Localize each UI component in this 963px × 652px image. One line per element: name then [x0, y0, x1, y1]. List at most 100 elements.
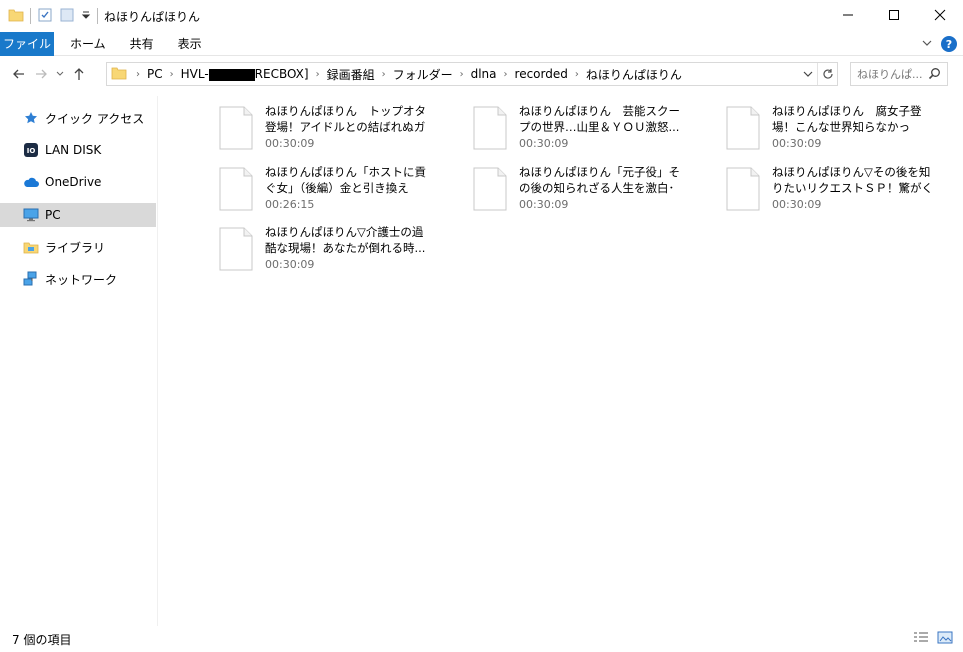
- sidebar-item-label: ネットワーク: [45, 272, 118, 287]
- sidebar-item-quick-access[interactable]: クイック アクセス: [0, 106, 156, 130]
- sidebar-item-label: LAN DISK: [45, 143, 102, 157]
- file-item[interactable]: ねほりんぱほりん▽その後を知りたいリクエストＳＰ！驚がくと... 00:30:0…: [726, 161, 956, 213]
- file-item[interactable]: ねほりんぱほりん▽介護士の過酷な現場！あなたが倒れる時... 00:30:09: [219, 221, 449, 273]
- folder-icon[interactable]: [8, 7, 24, 26]
- forward-button[interactable]: [30, 62, 52, 86]
- cloud-icon: [22, 173, 40, 191]
- up-arrow-icon: [74, 68, 84, 80]
- breadcrumb-pc[interactable]: PC: [143, 67, 167, 81]
- tab-share[interactable]: 共有: [118, 32, 166, 56]
- refresh-icon: [822, 69, 833, 79]
- chevron-right-icon[interactable]: ›: [133, 69, 143, 80]
- file-item[interactable]: ねほりんぱほりん 腐女子登場！こんな世界知らなかった...... 00:30:0…: [726, 100, 956, 152]
- maximize-button[interactable]: [871, 0, 917, 30]
- new-folder-icon[interactable]: [59, 7, 75, 26]
- navigation-pane: クイック アクセス IO LAN DISK OneDrive PC ライブラリ …: [0, 96, 158, 626]
- file-name: ねほりんぱほりん 芸能スクープの世界…山里＆ＹＯＵ激怒...: [519, 104, 680, 134]
- file-name: ねほりんぱほりん「元子役」その後の知られざる人生を激白･: [519, 165, 680, 195]
- breadcrumb-recbox-prefix: HVL-: [180, 67, 209, 81]
- file-item[interactable]: ねほりんぱほりん「ホストに貢ぐ女」（後編）金と引き換えの... 00:26:15: [219, 161, 449, 213]
- file-duration: 00:30:09: [265, 258, 315, 271]
- breadcrumb-dlna[interactable]: dlna: [467, 67, 501, 81]
- chevron-right-icon[interactable]: ›: [313, 69, 323, 80]
- customize-toolbar-chevron-icon[interactable]: [81, 9, 91, 23]
- tab-home[interactable]: ホーム: [58, 32, 118, 56]
- item-count: 7 個の項目: [12, 632, 72, 647]
- up-button[interactable]: [68, 62, 90, 86]
- file-text: ねほりんぱほりん 芸能スクープの世界…山里＆ＹＯＵ激怒... 00:30:09: [519, 100, 685, 152]
- file-item[interactable]: ねほりんぱほりん 芸能スクープの世界…山里＆ＹＯＵ激怒... 00:30:09: [473, 100, 703, 152]
- folder-icon: [111, 65, 127, 84]
- breadcrumb-recordings[interactable]: 録画番組: [323, 66, 379, 83]
- minimize-button[interactable]: [825, 0, 871, 30]
- file-text: ねほりんぱほりん トップオタ登場！アイドルとの結ばれぬガチ... 00:30:0…: [265, 100, 431, 152]
- address-dropdown-button[interactable]: [799, 63, 817, 85]
- network-icon: [22, 270, 40, 288]
- file-icon: [219, 167, 253, 211]
- back-button[interactable]: [8, 62, 30, 86]
- search-icon[interactable]: [928, 67, 941, 83]
- chevron-right-icon[interactable]: ›: [167, 69, 177, 80]
- close-icon: [934, 9, 946, 21]
- ribbon-tabs: ファイル ホーム 共有 表示 ?: [0, 31, 963, 56]
- file-icon: [726, 106, 760, 150]
- file-text: ねほりんぱほりん 腐女子登場！こんな世界知らなかった...... 00:30:0…: [772, 100, 938, 152]
- chevron-right-icon[interactable]: ›: [379, 69, 389, 80]
- sidebar-item-label: ライブラリ: [45, 240, 106, 255]
- sidebar-item-library[interactable]: ライブラリ: [0, 235, 156, 259]
- search-input[interactable]: [857, 67, 927, 81]
- file-text: ねほりんぱほりん「元子役」その後の知られざる人生を激白･ 00:30:09: [519, 161, 685, 213]
- minimize-icon: [843, 14, 853, 16]
- file-name: ねほりんぱほりん▽介護士の過酷な現場！あなたが倒れる時...: [265, 225, 426, 255]
- computer-icon: [22, 206, 40, 224]
- chevron-right-icon[interactable]: ›: [501, 69, 511, 80]
- chevron-right-icon[interactable]: ›: [457, 69, 467, 80]
- tab-view[interactable]: 表示: [166, 32, 214, 56]
- address-bar[interactable]: › PC › HVL- RECBOX] › 録画番組 › フォルダー › dlna…: [106, 62, 838, 86]
- back-arrow-icon: [13, 69, 24, 79]
- breadcrumb-recorded[interactable]: recorded: [511, 67, 572, 81]
- sidebar-item-network[interactable]: ネットワーク: [0, 267, 156, 291]
- file-item[interactable]: ねほりんぱほりん「元子役」その後の知られざる人生を激白･ 00:30:09: [473, 161, 703, 213]
- file-name: ねほりんぱほりん▽その後を知りたいリクエストＳＰ！驚がくと...: [772, 165, 933, 195]
- file-name: ねほりんぱほりん トップオタ登場！アイドルとの結ばれぬガチ...: [265, 104, 426, 134]
- properties-icon[interactable]: [37, 7, 53, 26]
- recent-locations-button[interactable]: [52, 62, 68, 86]
- sidebar-item-pc[interactable]: PC: [0, 203, 156, 227]
- help-icon[interactable]: ?: [941, 36, 957, 52]
- breadcrumb-folder[interactable]: フォルダー: [389, 66, 457, 83]
- file-list: ねほりんぱほりん トップオタ登場！アイドルとの結ばれぬガチ... 00:30:0…: [159, 96, 963, 626]
- chevron-down-icon: [803, 71, 813, 77]
- large-icons-view-icon[interactable]: [937, 631, 953, 648]
- file-text: ねほりんぱほりん「ホストに貢ぐ女」（後編）金と引き換えの... 00:26:15: [265, 161, 431, 213]
- chevron-right-icon[interactable]: ›: [572, 69, 582, 80]
- file-name: ねほりんぱほりん 腐女子登場！こんな世界知らなかった......: [772, 104, 922, 134]
- file-icon: [219, 106, 253, 150]
- file-icon: [219, 227, 253, 271]
- window-controls: [825, 0, 963, 30]
- details-view-icon[interactable]: [913, 631, 929, 648]
- ribbon-right-controls: ?: [921, 32, 957, 56]
- lan-disk-icon: IO: [22, 141, 40, 159]
- file-duration: 00:30:09: [519, 198, 569, 211]
- sidebar-item-onedrive[interactable]: OneDrive: [0, 170, 156, 194]
- refresh-button[interactable]: [817, 63, 837, 85]
- sidebar-item-label: PC: [45, 208, 61, 222]
- file-duration: 00:30:09: [772, 137, 822, 150]
- navigation-bar: › PC › HVL- RECBOX] › 録画番組 › フォルダー › dlna…: [0, 56, 963, 92]
- toolbar-separator: [97, 8, 98, 24]
- sidebar-item-lan-disk[interactable]: IO LAN DISK: [0, 138, 156, 162]
- chevron-down-icon: [56, 71, 64, 76]
- window-title: ねほりんぱほりん: [104, 9, 201, 24]
- star-icon: [22, 109, 40, 127]
- file-text: ねほりんぱほりん▽介護士の過酷な現場！あなたが倒れる時... 00:30:09: [265, 221, 431, 273]
- expand-ribbon-chevron-icon[interactable]: [921, 37, 933, 52]
- file-icon: [726, 167, 760, 211]
- breadcrumb-current-folder[interactable]: ねほりんぱほりん: [582, 66, 686, 83]
- file-item[interactable]: ねほりんぱほりん トップオタ登場！アイドルとの結ばれぬガチ... 00:30:0…: [219, 100, 449, 152]
- toolbar-separator: [30, 8, 31, 24]
- breadcrumb-recbox[interactable]: HVL- RECBOX]: [177, 67, 313, 81]
- close-button[interactable]: [917, 0, 963, 30]
- tab-file[interactable]: ファイル: [0, 31, 54, 56]
- search-box[interactable]: [850, 62, 948, 86]
